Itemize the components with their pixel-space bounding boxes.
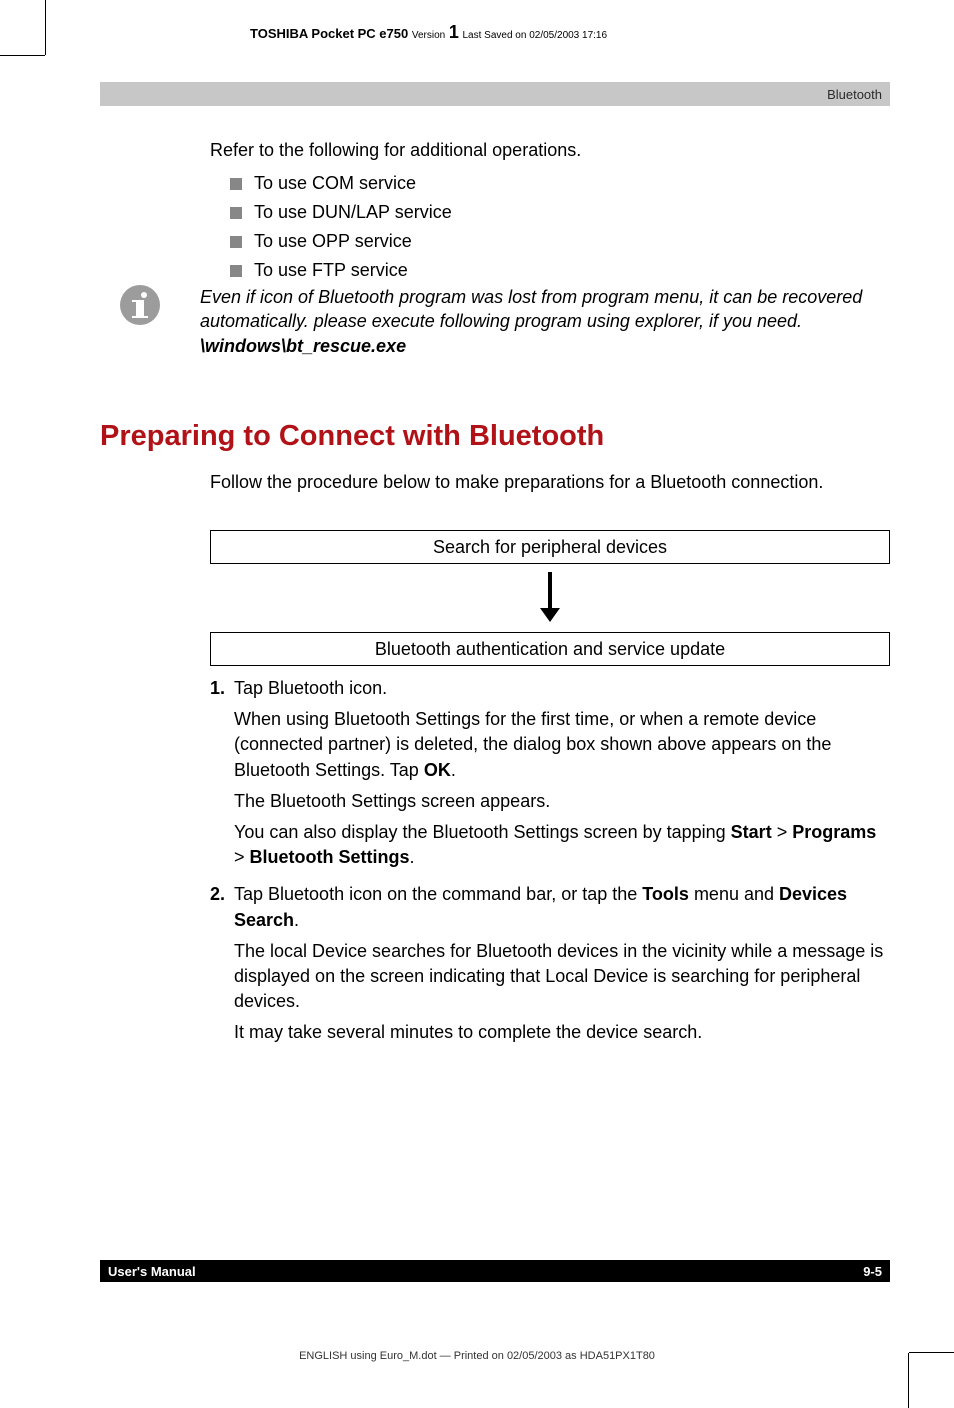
list-item: To use COM service <box>230 173 890 194</box>
step-1: 1. Tap Bluetooth icon. When using Blueto… <box>210 676 890 876</box>
bullet-text: To use OPP service <box>254 231 412 252</box>
step-para: It may take several minutes to complete … <box>234 1020 890 1045</box>
page-header: TOSHIBA Pocket PC e750 Version 1 Last Sa… <box>250 22 607 43</box>
step-para: The local Device searches for Bluetooth … <box>234 939 890 1015</box>
info-text: Even if icon of Bluetooth program was lo… <box>200 285 890 358</box>
header-saved: Last Saved on 02/05/2003 17:16 <box>462 30 607 41</box>
header-product: TOSHIBA Pocket PC e750 <box>250 26 408 41</box>
flow-box-text: Bluetooth authentication and service upd… <box>375 639 725 660</box>
info-path: \windows\bt_rescue.exe <box>200 336 406 356</box>
section-title: Bluetooth <box>827 87 882 102</box>
down-arrow-icon <box>540 572 560 622</box>
info-icon <box>120 285 160 325</box>
list-item: To use FTP service <box>230 260 890 281</box>
footer-right: 9-5 <box>863 1264 882 1279</box>
heading: Preparing to Connect with Bluetooth <box>100 420 604 453</box>
info-circle <box>120 285 160 325</box>
step-body: Tap Bluetooth icon on the command bar, o… <box>234 882 890 1051</box>
steps: 1. Tap Bluetooth icon. When using Blueto… <box>210 676 890 1057</box>
footer-bar: User's Manual 9-5 <box>100 1260 890 1282</box>
footer-print: ENGLISH using Euro_M.dot — Printed on 02… <box>0 1350 954 1362</box>
follow-text: Follow the procedure below to make prepa… <box>210 470 890 494</box>
step-para: When using Bluetooth Settings for the fi… <box>234 707 890 783</box>
section-bar: Bluetooth <box>100 82 890 106</box>
info-body: Even if icon of Bluetooth program was lo… <box>200 287 862 331</box>
step-2: 2. Tap Bluetooth icon on the command bar… <box>210 882 890 1051</box>
step-para: Tap Bluetooth icon. <box>234 676 890 701</box>
list-item: To use OPP service <box>230 231 890 252</box>
step-para: The Bluetooth Settings screen appears. <box>234 789 890 814</box>
list-item: To use DUN/LAP service <box>230 202 890 223</box>
step-body: Tap Bluetooth icon. When using Bluetooth… <box>234 676 890 876</box>
step-num: 2. <box>210 882 234 1051</box>
step-para: You can also display the Bluetooth Setti… <box>234 820 890 870</box>
flow-box-auth: Bluetooth authentication and service upd… <box>210 632 890 666</box>
header-version-label: Version <box>412 30 445 41</box>
flow-box-text: Search for peripheral devices <box>433 537 667 558</box>
bullet-text: To use COM service <box>254 173 416 194</box>
bullet-text: To use DUN/LAP service <box>254 202 452 223</box>
intro-text: Refer to the following for additional op… <box>210 140 890 161</box>
bullet-text: To use FTP service <box>254 260 408 281</box>
crop-mark <box>0 55 45 56</box>
step-num: 1. <box>210 676 234 876</box>
flow-box-search: Search for peripheral devices <box>210 530 890 564</box>
bullet-list: To use COM service To use DUN/LAP servic… <box>210 173 890 281</box>
crop-mark <box>45 0 46 55</box>
page: TOSHIBA Pocket PC e750 Version 1 Last Sa… <box>0 0 954 1408</box>
info-note-row: Even if icon of Bluetooth program was lo… <box>120 285 890 358</box>
header-version-num: 1 <box>449 22 459 42</box>
footer-left: User's Manual <box>108 1264 196 1279</box>
step-para: Tap Bluetooth icon on the command bar, o… <box>234 882 890 932</box>
content-top: Refer to the following for additional op… <box>210 140 890 289</box>
